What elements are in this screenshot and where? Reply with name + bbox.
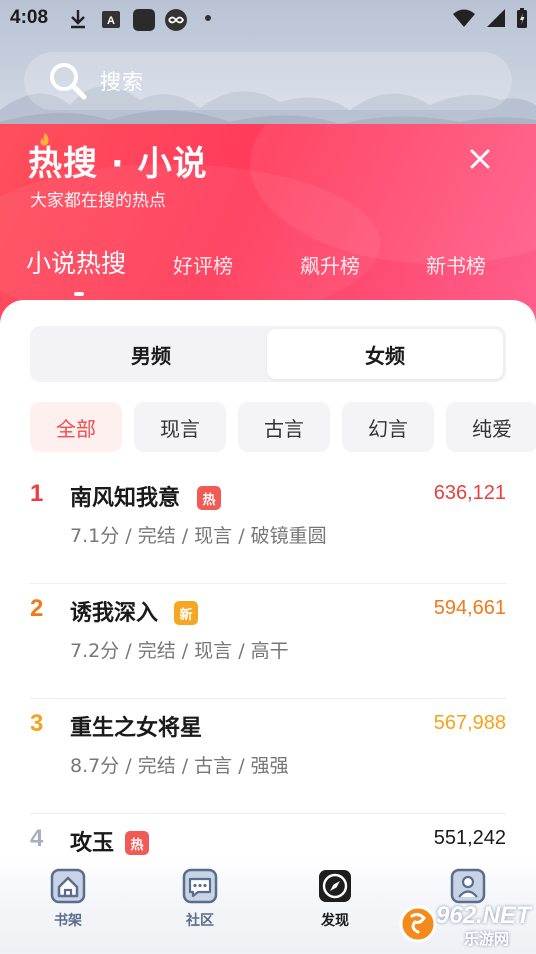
rank-number: 1 <box>30 480 44 507</box>
compass-icon <box>319 870 351 902</box>
divider <box>30 698 506 699</box>
nav-label: 社区 <box>186 913 214 929</box>
heat-count: 636,121 <box>433 482 506 504</box>
watermark-logo-icon <box>399 905 437 943</box>
gender-switch: 男频 女频 <box>30 326 506 382</box>
category-chip-bl[interactable]: 纯爱 <box>446 402 536 452</box>
bookshelf-icon <box>50 868 86 904</box>
status-bar: 4:08 A <box>0 0 536 38</box>
status-indicators <box>452 7 528 29</box>
svg-text:A: A <box>107 15 115 27</box>
tab-indicator <box>74 292 84 296</box>
category-chip-all[interactable]: 全部 <box>30 402 122 452</box>
category-chip-fantasy[interactable]: 幻言 <box>342 402 434 452</box>
book-meta: 8.7分 / 完结 / 古言 / 强强 <box>70 755 289 777</box>
ranking-sheet: 男频 女频 全部 现言 古言 幻言 纯爱 1 南风知我意 热 7.1分 / 完结… <box>0 300 536 954</box>
tab-new-books[interactable]: 新书榜 <box>426 250 486 279</box>
book-meta: 7.1分 / 完结 / 现言 / 破镜重圆 <box>70 525 327 547</box>
rank-number: 3 <box>30 710 44 737</box>
hot-search-subtitle: 大家都在搜的热点 <box>30 191 166 211</box>
gender-male-option[interactable]: 男频 <box>33 329 269 379</box>
rank-number: 2 <box>30 595 44 622</box>
tab-novel-hot[interactable]: 小说热搜 <box>26 244 126 280</box>
nav-discover[interactable]: 发现 <box>300 866 370 946</box>
book-title: 攻玉 <box>70 831 115 856</box>
infinity-icon <box>165 9 187 31</box>
download-icon <box>71 10 85 29</box>
book-title: 重生之女将星 <box>70 716 203 741</box>
gender-female-option[interactable]: 女频 <box>267 329 503 379</box>
tab-good-reviews[interactable]: 好评榜 <box>173 250 233 279</box>
divider <box>30 813 506 814</box>
nav-community[interactable]: 社区 <box>165 866 235 946</box>
rank-number: 4 <box>30 825 44 852</box>
signal-icon <box>487 9 505 27</box>
book-meta: 7.2分 / 完结 / 现言 / 高干 <box>70 640 289 662</box>
hot-search-title: 热搜 · 小说 <box>28 144 208 184</box>
wifi-icon <box>453 9 475 27</box>
search-placeholder: 搜索 <box>100 70 144 94</box>
tab-rising[interactable]: 飙升榜 <box>300 250 360 279</box>
category-filter: 全部 现言 古言 幻言 纯爱 <box>30 402 536 454</box>
hot-search-header: 热搜 · 小说 大家都在搜的热点 小说热搜 好评榜 飙升榜 新书榜 <box>0 124 536 324</box>
category-chip-modern[interactable]: 现言 <box>134 402 226 452</box>
nav-label: 书架 <box>54 913 82 929</box>
hot-badge: 热 <box>125 831 149 855</box>
ranking-tabs: 小说热搜 好评榜 飙升榜 新书榜 <box>0 244 536 304</box>
hot-badge: 热 <box>197 486 221 510</box>
app-square-icon <box>133 9 155 31</box>
site-watermark: 962.NET 乐游网 <box>398 900 531 950</box>
close-icon[interactable] <box>465 144 495 174</box>
nav-bookshelf[interactable]: 书架 <box>33 866 103 946</box>
new-badge: 新 <box>174 601 198 625</box>
watermark-subtext: 乐游网 <box>464 930 510 948</box>
battery-icon <box>517 8 527 28</box>
community-icon <box>182 868 218 904</box>
heat-count: 551,242 <box>433 827 506 849</box>
search-icon <box>50 63 87 100</box>
heat-count: 567,988 <box>433 712 506 734</box>
search-input[interactable]: 搜索 <box>24 52 512 110</box>
book-title: 诱我深入 <box>70 601 159 626</box>
ranking-item[interactable]: 2 诱我深入 新 7.2分 / 完结 / 现言 / 高干 594,661 <box>30 585 506 699</box>
ranking-item[interactable]: 1 南风知我意 热 7.1分 / 完结 / 现言 / 破镜重圆 636,121 <box>30 470 506 584</box>
nav-label: 发现 <box>321 913 349 929</box>
watermark-text: 962.NET <box>436 902 531 929</box>
ranking-item[interactable]: 3 重生之女将星 8.7分 / 完结 / 古言 / 强强 567,988 <box>30 700 506 814</box>
heat-count: 594,661 <box>433 597 506 619</box>
book-title: 南风知我意 <box>70 486 181 511</box>
dot-icon <box>205 15 211 21</box>
divider <box>30 583 506 584</box>
status-time: 4:08 <box>10 7 49 28</box>
category-chip-ancient[interactable]: 古言 <box>238 402 330 452</box>
autofill-icon: A <box>102 11 120 28</box>
